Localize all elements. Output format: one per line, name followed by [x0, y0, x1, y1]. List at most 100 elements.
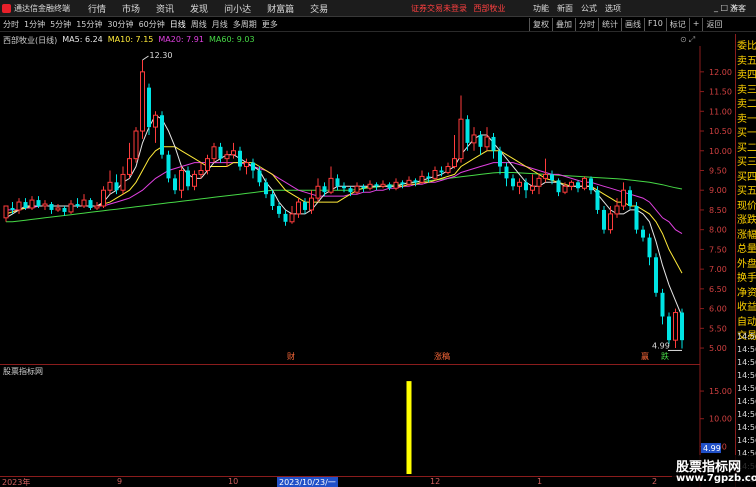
- marker-ying: 赢: [641, 351, 649, 361]
- candle-body-91: [595, 190, 600, 210]
- quote-label-17: 净资: [737, 287, 756, 299]
- chart-tool-2[interactable]: 分时: [575, 18, 598, 31]
- indicator-title[interactable]: 股票指标网: [3, 366, 43, 377]
- chart-tool-3[interactable]: 统计: [598, 18, 621, 31]
- period-tab-2[interactable]: 5分钟: [50, 19, 71, 30]
- candle-body-58: [380, 183, 386, 187]
- period-tab-6[interactable]: 日线: [170, 19, 186, 30]
- candle-body-19: [127, 158, 132, 175]
- quote-label-12: 涨跌: [737, 215, 756, 226]
- trade-time-1: 14:56: [737, 345, 756, 354]
- time-axis: 2023年 9 10 2023/10/23/一 12 1 2: [0, 476, 700, 487]
- main-menu-item-4[interactable]: 问小达: [224, 2, 251, 15]
- title-bar: 通达信金融终端 行情 市场 资讯 发现 问小达 财富篇 交易 证券交易未登录 西部牧业 功能…: [0, 0, 756, 17]
- candle-body-88: [576, 182, 580, 189]
- candle-body-80: [524, 182, 528, 191]
- main-menu-item-5[interactable]: 财富篇: [267, 2, 294, 15]
- candle-body-40: [264, 182, 268, 195]
- period-tab-3[interactable]: 15分钟: [76, 19, 102, 30]
- candle-body-17: [114, 182, 119, 191]
- main-menu-item-2[interactable]: 资讯: [156, 2, 174, 15]
- period-tab-4[interactable]: 30分钟: [107, 19, 133, 30]
- candle-body-39: [257, 170, 262, 183]
- candle-body-66: [432, 169, 438, 179]
- trade-time-2: 14:56: [737, 358, 756, 367]
- main-menu-item-6[interactable]: 交易: [310, 2, 328, 15]
- guest-label[interactable]: 游客: [730, 3, 746, 14]
- chart-tool-1[interactable]: 叠加: [552, 18, 575, 31]
- candle-body-44: [289, 213, 295, 223]
- time-label-5: 1: [537, 477, 543, 486]
- pin-icon[interactable]: ⊙: [680, 35, 687, 45]
- candle-body-33: [218, 146, 223, 159]
- price-tick-label-6: 8.00: [709, 226, 727, 235]
- period-tab-8[interactable]: 月线: [212, 19, 228, 30]
- period-tab-0[interactable]: 分时: [3, 19, 19, 30]
- price-tick-label-4: 7.00: [709, 265, 727, 274]
- login-stock: 西部牧业: [473, 4, 506, 13]
- period-tab-10[interactable]: 更多: [262, 19, 278, 30]
- quote-label-18: 收益: [737, 302, 756, 313]
- candle-body-15: [101, 189, 106, 207]
- candle-body-71: [465, 119, 470, 143]
- period-tab-5[interactable]: 60分钟: [139, 19, 165, 30]
- candle-body-48: [315, 185, 321, 199]
- period-tabs: 分时 1分钟 5分钟 15分钟 30分钟 60分钟 日线 周线 月线 多周期 更多: [3, 19, 278, 30]
- stock-label[interactable]: 西部牧业(日线): [3, 35, 57, 46]
- candle-body-32: [211, 146, 217, 160]
- app-logo-icon: [2, 4, 11, 13]
- candle-body-24: [160, 115, 164, 155]
- main-menu-item-1[interactable]: 市场: [122, 2, 140, 15]
- candle-body-62: [406, 179, 412, 185]
- right-menu-item-0[interactable]: 功能: [533, 3, 549, 14]
- candle-body-42: [277, 206, 281, 214]
- right-menu-item-3[interactable]: 选项: [605, 3, 621, 14]
- candle-body-23: [153, 114, 158, 128]
- candle-body-92: [602, 209, 606, 230]
- indicator-bar-0: [406, 381, 412, 474]
- main-menu-item-0[interactable]: 行情: [88, 2, 106, 15]
- chart-tool-7[interactable]: +: [688, 18, 703, 31]
- trade-time-7: 14:56: [737, 423, 756, 432]
- chart-tool-4[interactable]: 画线: [621, 18, 644, 31]
- price-tick-label-3: 6.50: [709, 285, 727, 294]
- quote-label-10: 买五: [737, 186, 756, 197]
- right-menu-item-2[interactable]: 公式: [581, 3, 597, 14]
- candle-body-54: [354, 185, 360, 193]
- candle-body-6: [42, 203, 48, 207]
- candle-body-2: [16, 201, 22, 211]
- candle-body-51: [335, 178, 340, 187]
- price-tick-label-11: 10.50: [709, 127, 732, 136]
- expand-icon[interactable]: ⤢: [689, 35, 695, 45]
- volume-tick-label-2: 15.00: [709, 387, 732, 396]
- chart-tool-6[interactable]: 标记: [665, 18, 689, 31]
- candle-body-49: [322, 186, 327, 193]
- candle-body-60: [393, 181, 399, 189]
- candle-body-46: [303, 202, 307, 210]
- candle-body-13: [88, 200, 93, 208]
- period-tab-7[interactable]: 周线: [191, 19, 207, 30]
- time-label-1: 9: [117, 477, 123, 486]
- candle-body-69: [452, 158, 457, 168]
- price-tick-label-14: 12.00: [709, 68, 732, 77]
- login-message[interactable]: 证券交易未登录 西部牧业: [411, 3, 506, 14]
- period-toolbar: 分时 1分钟 5分钟 15分钟 30分钟 60分钟 日线 周线 月线 多周期 更多 复权 叠加 分时 统计…: [0, 18, 756, 32]
- candle-body-86: [562, 185, 568, 193]
- cursor-price-label: 4.99: [703, 444, 721, 453]
- time-label-2: 10: [228, 477, 239, 486]
- candle-body-56: [367, 183, 373, 189]
- candle-body-77: [504, 166, 509, 179]
- chart-tool-5[interactable]: F10: [644, 18, 666, 31]
- period-tab-9[interactable]: 多周期: [233, 19, 257, 30]
- right-menu-item-1[interactable]: 新面: [557, 3, 573, 14]
- candle-body-21: [140, 71, 145, 132]
- period-tab-1[interactable]: 1分钟: [24, 19, 45, 30]
- candle-body-50: [328, 177, 334, 193]
- candle-body-100: [654, 257, 658, 293]
- candlestick-chart[interactable]: 5.00 5.50 6.00 6.50 7.00 7.50 8.00 8.50 9.00 9.50…: [0, 46, 735, 487]
- chart-tool-0[interactable]: 复权: [529, 18, 552, 31]
- price-tick-label-9: 9.50: [709, 166, 727, 175]
- main-menu-item-3[interactable]: 发现: [190, 2, 208, 15]
- chart-tool-8[interactable]: 返回: [702, 18, 725, 31]
- quote-label-16: 换手: [737, 273, 756, 284]
